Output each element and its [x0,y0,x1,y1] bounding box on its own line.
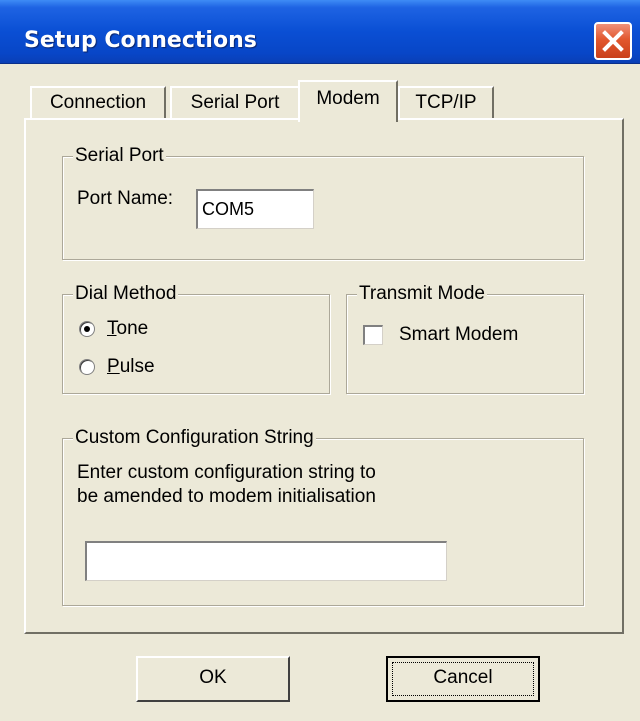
custom-config-legend: Custom Configuration String [73,426,316,450]
cancel-button[interactable]: Cancel [386,656,540,702]
custom-config-description-line2: be amended to modem initialisation [77,486,376,507]
pulse-radio[interactable] [79,359,95,375]
pulse-label[interactable]: Pulse [107,355,155,379]
tab-tcp-ip-label: TCP/IP [415,92,477,113]
tab-tcp-ip[interactable]: TCP/IP [398,86,494,120]
custom-config-group: Custom Configuration String Enter custom… [62,426,584,606]
title-bar[interactable]: Setup Connections [0,0,640,64]
tab-modem-label: Modem [316,88,380,109]
close-icon [602,30,624,52]
dial-method-group: Dial Method Tone Pulse [62,282,330,394]
transmit-mode-group: Transmit Mode Smart Modem [346,282,584,394]
custom-config-input[interactable] [85,541,447,581]
ok-button[interactable]: OK [136,656,290,702]
tab-connection[interactable]: Connection [30,86,166,120]
tone-radio[interactable] [79,321,95,337]
tone-label[interactable]: Tone [107,317,148,341]
tab-connection-label: Connection [49,92,147,113]
smart-modem-label[interactable]: Smart Modem [399,323,518,347]
dial-method-legend: Dial Method [73,282,179,306]
setup-connections-dialog: Setup Connections Connection Serial Port… [0,0,640,721]
tab-serial-port[interactable]: Serial Port [170,86,300,120]
ok-button-label: OK [199,667,227,688]
serial-port-group: Serial Port Port Name: [62,144,584,260]
port-name-input[interactable] [196,189,314,229]
close-button[interactable] [594,22,632,60]
window-title: Setup Connections [24,28,257,53]
serial-port-legend: Serial Port [73,144,166,168]
tab-modem[interactable]: Modem [298,80,398,122]
tab-serial-port-label: Serial Port [190,92,280,113]
custom-config-description-line1: Enter custom configuration string to [77,462,376,483]
smart-modem-checkbox[interactable] [363,325,383,345]
port-name-label: Port Name: [77,188,174,209]
focus-rectangle [392,662,534,696]
radio-selected-dot [84,326,90,332]
transmit-mode-legend: Transmit Mode [357,282,487,306]
